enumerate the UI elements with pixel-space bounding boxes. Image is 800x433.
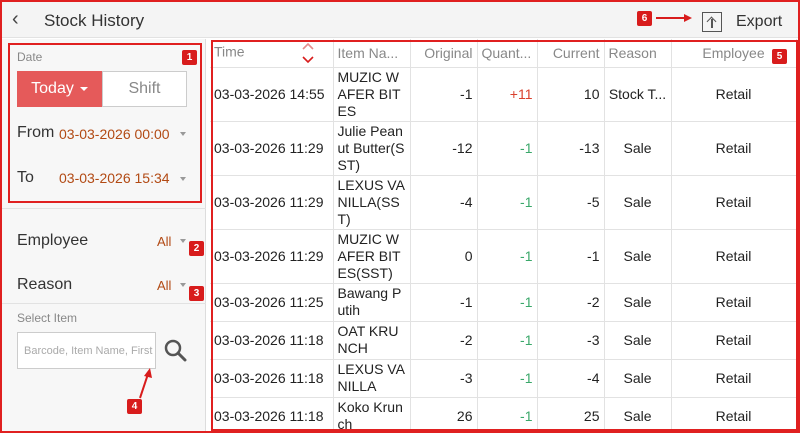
screenshot-frame bbox=[0, 0, 800, 433]
